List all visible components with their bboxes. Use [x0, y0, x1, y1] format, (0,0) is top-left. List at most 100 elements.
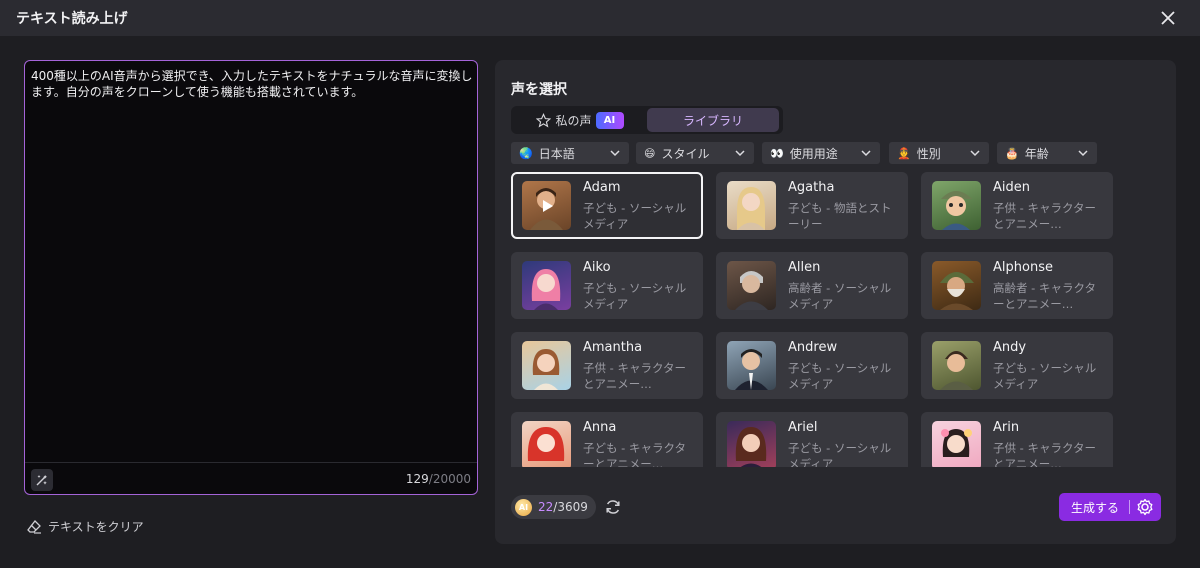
filter-gender-label: 性別: [916, 146, 941, 161]
credits-indicator: AI 22/3609: [511, 495, 596, 519]
smile-icon: 😄: [644, 146, 656, 160]
voice-desc: 子ども - キャラクターとアニメー…: [583, 441, 686, 467]
avatar: [522, 181, 571, 230]
voice-tabs: 私の声 AI ライブラリ: [511, 106, 783, 134]
close-icon[interactable]: [1158, 8, 1178, 28]
voice-name: Andrew: [788, 340, 838, 355]
voice-desc: 子供 - キャラクターとアニメー…: [583, 361, 686, 391]
avatar: [932, 341, 981, 390]
voice-desc: 子ども - ソーシャルメディア: [788, 361, 892, 391]
voice-card-aiko[interactable]: Aiko 子ども - ソーシャルメディア: [511, 252, 703, 319]
voice-card-amantha[interactable]: Amantha 子供 - キャラクターとアニメー…: [511, 332, 703, 399]
avatar: [727, 261, 776, 310]
filter-use-case-label: 使用用途: [789, 146, 838, 161]
editor-divider: [25, 462, 477, 463]
voice-desc: 子ども - ソーシャルメディア: [993, 361, 1097, 391]
char-max: /20000: [428, 472, 471, 486]
avatar: [522, 421, 571, 467]
editor-text[interactable]: 400種以上のAI音声から選択でき、入力したテキストをナチュラルな音声に変換しま…: [31, 68, 477, 100]
voice-card-adam[interactable]: Adam 子ども - ソーシャルメディア: [511, 172, 703, 239]
chevron-down-icon: [861, 150, 871, 157]
ai-wand-button[interactable]: [31, 469, 53, 491]
tab-library-label: ライブラリ: [682, 113, 743, 128]
chevron-down-icon: [610, 150, 620, 157]
voice-name: Aiko: [583, 260, 611, 275]
filter-style-label: スタイル: [661, 146, 710, 161]
filter-age[interactable]: 🎂 年齢: [997, 142, 1097, 164]
voice-name: Adam: [583, 180, 621, 195]
voice-card-arin[interactable]: Arin 子供 - キャラクターとアニメー…: [921, 412, 1113, 467]
avatar: [932, 181, 981, 230]
globe-icon: 🌏: [519, 146, 533, 160]
avatar: [522, 341, 571, 390]
ai-badge: AI: [595, 111, 624, 129]
window-title: テキスト読み上げ: [16, 11, 128, 27]
voice-name: Aiden: [993, 180, 1030, 195]
cake-icon: 🎂: [1005, 146, 1019, 160]
voice-panel: 声を選択 私の声 AI ライブラリ 🌏 日本語 😄 スタイル 👀 使用用途 👲 …: [495, 60, 1176, 544]
character-counter: 129/20000: [406, 472, 471, 486]
chevron-down-icon: [1078, 150, 1088, 157]
voice-name: Ariel: [788, 420, 818, 435]
voice-card-andrew[interactable]: Andrew 子ども - ソーシャルメディア: [716, 332, 908, 399]
person-icon: 👲: [897, 146, 911, 160]
voice-name: Andy: [993, 340, 1027, 355]
avatar: [932, 261, 981, 310]
gear-icon[interactable]: [1135, 497, 1155, 517]
tab-my-voice-label: 私の声: [555, 113, 592, 128]
credits-total: /3609: [553, 500, 588, 514]
magic-wand-icon: [36, 475, 47, 486]
clear-text-button[interactable]: テキストをクリア: [26, 518, 144, 535]
filter-age-label: 年齢: [1024, 146, 1049, 161]
avatar: [727, 181, 776, 230]
generate-button[interactable]: 生成する: [1059, 493, 1161, 521]
ai-coin-icon: AI: [515, 498, 532, 516]
voice-card-aiden[interactable]: Aiden 子供 - キャラクターとアニメー…: [921, 172, 1113, 239]
voice-desc: 子ども - ソーシャルメディア: [583, 201, 687, 231]
voice-desc: 子供 - キャラクターとアニメー…: [993, 201, 1096, 231]
voice-card-alphonse[interactable]: Alphonse 高齢者 - キャラクターとアニメー…: [921, 252, 1113, 319]
filter-language[interactable]: 🌏 日本語: [511, 142, 629, 164]
tab-my-voice[interactable]: 私の声 AI: [515, 108, 645, 132]
voice-card-allen[interactable]: Allen 高齢者 - ソーシャルメディア: [716, 252, 908, 319]
voice-name: Allen: [788, 260, 821, 275]
voice-name: Arin: [993, 420, 1020, 435]
generate-divider: [1129, 500, 1130, 514]
avatar: [727, 421, 776, 467]
voice-name: Amantha: [583, 340, 643, 355]
voice-desc: 子ども - 物語とストーリー: [788, 201, 892, 231]
filter-use-case[interactable]: 👀 使用用途: [762, 142, 880, 164]
voice-grid: Adam 子ども - ソーシャルメディア Agatha 子ども - 物語とストー…: [511, 172, 1121, 467]
eyes-icon: 👀: [770, 146, 784, 160]
voice-desc: 子供 - キャラクターとアニメー…: [993, 441, 1096, 467]
voice-desc: 高齢者 - ソーシャルメディア: [788, 281, 892, 311]
clear-text-label: テキストをクリア: [48, 520, 144, 534]
voice-card-agatha[interactable]: Agatha 子ども - 物語とストーリー: [716, 172, 908, 239]
credits-used: 22: [538, 500, 554, 514]
generate-label: 生成する: [1071, 500, 1120, 515]
tab-library[interactable]: ライブラリ: [647, 108, 779, 132]
avatar: [727, 341, 776, 390]
voice-desc: 高齢者 - キャラクターとアニメー…: [993, 281, 1096, 311]
voice-desc: 子ども - ソーシャルメディア: [583, 281, 687, 311]
filter-style[interactable]: 😄 スタイル: [636, 142, 754, 164]
voice-name: Anna: [583, 420, 617, 435]
title-bar: テキスト読み上げ: [0, 0, 1200, 36]
refresh-icon[interactable]: [603, 497, 623, 517]
chevron-down-icon: [970, 150, 980, 157]
avatar: [932, 421, 981, 467]
voice-card-anna[interactable]: Anna 子ども - キャラクターとアニメー…: [511, 412, 703, 467]
voice-panel-heading: 声を選択: [511, 82, 567, 98]
voice-desc: 子ども - ソーシャルメディア: [788, 441, 892, 467]
play-icon[interactable]: [522, 181, 571, 230]
filter-language-label: 日本語: [538, 146, 575, 161]
voice-card-andy[interactable]: Andy 子ども - ソーシャルメディア: [921, 332, 1113, 399]
chevron-down-icon: [735, 150, 745, 157]
filter-gender[interactable]: 👲 性別: [889, 142, 989, 164]
eraser-icon: [27, 519, 41, 534]
star-icon: [536, 112, 552, 128]
voice-card-ariel[interactable]: Ariel 子ども - ソーシャルメディア: [716, 412, 908, 467]
text-editor[interactable]: 400種以上のAI音声から選択でき、入力したテキストをナチュラルな音声に変換しま…: [24, 60, 478, 495]
voice-name: Alphonse: [993, 260, 1053, 275]
char-count: 129: [405, 472, 429, 486]
